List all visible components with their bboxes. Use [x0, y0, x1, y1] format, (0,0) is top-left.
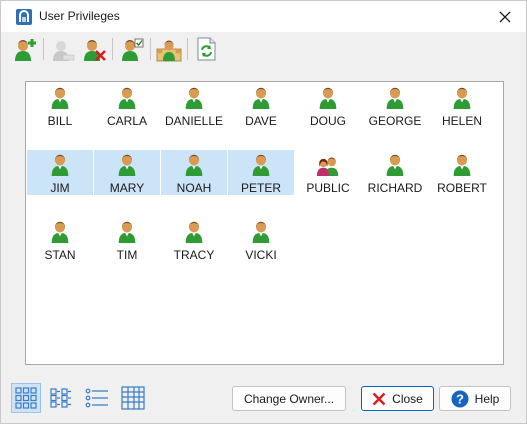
toolbar-separator — [112, 38, 113, 60]
user-list[interactable]: BILL CARLA DANIELLE DAVE DOUG GEORGE HELEN JIM M… — [25, 81, 504, 365]
app-icon — [16, 9, 32, 25]
user-name-label: JIM — [50, 181, 70, 195]
user-tile[interactable]: DOUG — [295, 83, 361, 128]
user-icon — [118, 87, 136, 109]
user-name-label: RICHARD — [367, 181, 423, 195]
window-close-button[interactable] — [490, 1, 520, 32]
toolbar-separator — [43, 38, 44, 60]
user-icon — [118, 154, 136, 176]
add-user-icon — [15, 39, 36, 61]
toolbar-separator — [150, 38, 151, 60]
refresh-button[interactable] — [192, 35, 220, 63]
user-tile[interactable]: MARY — [94, 150, 160, 195]
group-users-button[interactable] — [155, 35, 183, 63]
toolbar-separator — [187, 38, 188, 60]
details-view-icon — [121, 386, 145, 410]
help-icon: ? — [451, 390, 469, 407]
user-tile[interactable]: NOAH — [161, 150, 227, 195]
close-button[interactable]: Close — [361, 386, 434, 411]
user-tile[interactable]: DAVE — [228, 83, 294, 128]
help-label: Help — [474, 391, 500, 406]
user-tile[interactable]: JIM — [27, 150, 93, 195]
user-name-label: VICKI — [245, 248, 277, 262]
user-tile[interactable]: CARLA — [94, 83, 160, 128]
change-owner-button[interactable]: Change Owner... — [232, 386, 346, 411]
user-icon — [185, 221, 203, 243]
title-bar: User Privileges — [1, 1, 526, 32]
user-icon — [252, 154, 270, 176]
add-user-button[interactable] — [11, 35, 39, 63]
user-icon — [386, 87, 404, 109]
edit-user-button[interactable] — [49, 35, 77, 63]
user-tile[interactable]: VICKI — [228, 217, 294, 262]
user-name-label: HELEN — [441, 114, 482, 128]
user-name-label: PUBLIC — [306, 181, 350, 195]
user-tile[interactable]: GEORGE — [362, 83, 428, 128]
user-icon — [185, 154, 203, 176]
user-tile[interactable]: TRACY — [161, 217, 227, 262]
window-title: User Privileges — [39, 9, 120, 23]
help-button[interactable]: ? Help — [439, 386, 511, 411]
user-name-label: TRACY — [173, 248, 215, 262]
delete-user-button[interactable] — [80, 35, 108, 63]
user-icon — [252, 221, 270, 243]
small-icons-view-icon — [50, 388, 71, 408]
user-tile[interactable]: RICHARD — [362, 150, 428, 195]
user-name-label: BILL — [47, 114, 73, 128]
delete-user-icon — [84, 40, 106, 61]
edit-user-icon — [53, 41, 75, 61]
user-tile[interactable]: ROBERT — [429, 150, 495, 195]
user-privileges-icon — [122, 38, 144, 61]
user-name-label: MARY — [109, 181, 145, 195]
user-group-icon — [316, 157, 339, 176]
user-name-label: STAN — [44, 248, 76, 262]
close-label: Close — [392, 391, 423, 406]
list-view-button[interactable] — [82, 383, 112, 413]
bottom-bar: Change Owner... Close ? Help — [1, 379, 526, 424]
svg-text:?: ? — [456, 391, 464, 406]
user-privileges-button[interactable] — [118, 35, 146, 63]
close-icon — [372, 392, 386, 405]
user-tile[interactable]: PUBLIC — [295, 150, 361, 195]
change-owner-label: Change Owner... — [243, 391, 335, 406]
close-icon — [499, 11, 511, 22]
user-tile[interactable]: BILL — [27, 83, 93, 128]
user-icon — [453, 154, 471, 176]
user-name-label: ROBERT — [437, 181, 487, 195]
large-icons-view-icon — [15, 387, 37, 409]
user-tile[interactable]: HELEN — [429, 83, 495, 128]
user-name-label: NOAH — [176, 181, 212, 195]
user-icon — [453, 87, 471, 109]
user-tile[interactable]: DANIELLE — [161, 83, 227, 128]
small-icons-view-button[interactable] — [46, 383, 76, 413]
user-icon — [51, 221, 69, 243]
user-icon — [319, 87, 337, 109]
toolbar — [1, 32, 526, 67]
user-name-label: GEORGE — [368, 114, 422, 128]
user-icon — [185, 87, 203, 109]
group-users-icon — [156, 40, 182, 62]
user-icon — [51, 87, 69, 109]
user-tile[interactable]: TIM — [94, 217, 160, 262]
user-privileges-window: User Privileges BILL CARLA DANIELLE DAVE… — [0, 0, 527, 424]
details-view-button[interactable] — [118, 383, 148, 413]
refresh-icon — [197, 37, 216, 61]
user-name-label: DOUG — [310, 114, 346, 128]
large-icons-view-button[interactable] — [11, 383, 41, 413]
user-name-label: CARLA — [106, 114, 147, 128]
user-icon — [51, 154, 69, 176]
user-name-label: TIM — [116, 248, 138, 262]
user-name-label: DANIELLE — [164, 114, 224, 128]
user-name-label: PETER — [240, 181, 281, 195]
list-view-icon — [85, 388, 108, 408]
user-icon — [118, 221, 136, 243]
user-tile[interactable]: STAN — [27, 217, 93, 262]
user-tile[interactable]: PETER — [228, 150, 294, 195]
user-icon — [252, 87, 270, 109]
user-icon — [386, 154, 404, 176]
user-name-label: DAVE — [245, 114, 277, 128]
